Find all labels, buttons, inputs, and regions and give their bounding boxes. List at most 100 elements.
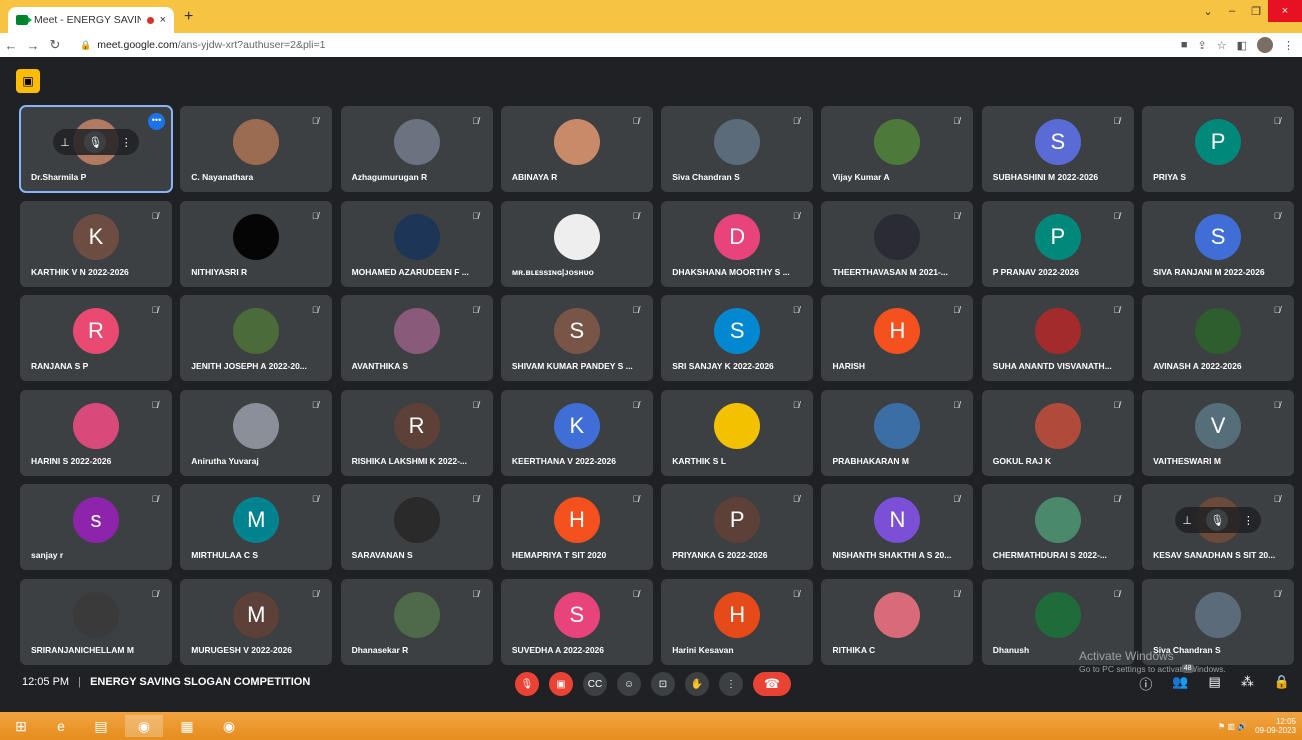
back-button[interactable]: ← [0,38,22,53]
participant-tile[interactable]: P 🎙̸ PRIYANKA G 2022-2026 [661,484,814,570]
lock-icon[interactable]: 🔒 [80,40,91,51]
participant-tile[interactable]: 🎙̸ RITHIKA C [821,578,974,665]
camera-indicator-icon[interactable]: ■ [1181,39,1188,51]
participant-tile[interactable]: S 🎙̸ SHIVAM KUMAR PANDEY S ... [500,295,653,381]
participant-tile[interactable]: S 🎙̸ SUBHASHINI M 2022-2026 [981,106,1134,192]
participant-tile[interactable]: s 🎙̸ sanjay r [20,484,172,570]
more-options-icon[interactable]: ⋮ [719,672,743,696]
participant-tile[interactable]: 🎙̸ CHERMATHDURAI S 2022-... [981,484,1134,570]
file-explorer-icon[interactable]: ▤ [82,715,120,737]
participant-tile[interactable]: 🎙̸ Azhagumurugan R [340,106,493,192]
kebab-menu-icon[interactable]: ⋮ [121,136,132,149]
mute-participant-icon[interactable]: 🎙 [84,131,107,154]
mic-muted-icon: 🎙̸ [1273,588,1281,599]
participant-tile[interactable]: 🎙̸ THEERTHAVASAN M 2021-... [821,200,974,287]
camera-off-icon[interactable]: ▣ [549,672,573,696]
url-field[interactable]: meet.google.com/ans-yjdw-xrt?authuser=2&… [97,39,325,51]
emoji-icon[interactable]: ☺ [617,672,641,696]
pin-icon[interactable]: ⊥ [1182,514,1192,527]
chevron-down-icon[interactable]: ⌄ [1196,5,1220,18]
participant-photo [393,591,440,638]
chrome-taskbar-icon-2[interactable]: ◉ [210,715,248,737]
participant-tile[interactable]: 🎙̸ Dhanasekar R [340,578,493,665]
host-controls-icon[interactable]: 🔒 [1274,674,1290,693]
maximize-button[interactable]: ❐ [1244,5,1268,18]
participant-tile[interactable]: 🎙̸ AVINASH A 2022-2026 [1142,295,1295,381]
participant-tile[interactable]: K 🎙̸ KEERTHANA V 2022-2026 [500,389,653,476]
tray-icons[interactable]: ⚑ ▥ 🔊 [1218,722,1247,731]
captions-icon[interactable]: CC [583,672,607,696]
participant-name: Azhagumurugan R [351,172,428,182]
share-icon[interactable]: ⇪ [1198,39,1207,52]
participant-tile[interactable]: D 🎙̸ DHAKSHANA MOORTHY S ... [661,200,814,287]
participant-name: RITHIKA C [832,644,876,655]
participant-tile[interactable]: P 🎙̸ PRIYA S [1142,106,1295,192]
mic-muted-icon: 🎙̸ [151,494,159,504]
participant-tile[interactable]: K 🎙̸ KARTHIK V N 2022-2026 [20,200,172,287]
participant-tile[interactable]: 🎙̸ NITHIYASRI R [180,200,333,287]
chrome-taskbar-icon[interactable]: ◉ [125,715,163,737]
new-tab-button[interactable]: + [184,8,193,26]
camera-off-badge-icon[interactable]: ▣ [16,69,40,93]
mute-participant-icon[interactable]: 🎙 [1206,509,1229,532]
present-icon[interactable]: ⊡ [651,672,675,696]
tab-close-button[interactable]: × [160,14,166,26]
participant-tile[interactable]: S 🎙̸ SRI SANJAY K 2022-2026 [661,295,814,381]
menu-kebab-icon[interactable]: ⋮ [1283,39,1294,52]
reload-button[interactable]: ↻ [44,37,66,53]
participant-tile[interactable]: 🎙̸ Vijay Kumar A [821,106,974,192]
bookmark-star-icon[interactable]: ☆ [1217,39,1227,52]
participant-tile[interactable]: 🎙̸ KARTHIK S L [661,389,814,476]
participant-tile[interactable]: 🎙̸ Siva Chandran S [661,106,814,192]
internet-explorer-icon[interactable]: e [42,715,80,737]
participant-tile[interactable]: ••• ⊥ 🎙 ⋮ Dr.Sharmila P [19,105,173,193]
participant-tile[interactable]: 🎙̸ AVANTHIKA S [340,295,493,381]
mic-off-icon[interactable]: 🎙 [515,672,539,696]
start-button-icon[interactable]: ⊞ [2,715,40,737]
participant-tile[interactable]: 🎙̸ C. Nayanathara [180,106,333,192]
participant-tile[interactable]: M 🎙̸ MURUGESH V 2022-2026 [180,578,333,665]
participant-tile[interactable]: H 🎙̸ HEMAPRIYA T SIT 2020 [500,484,653,570]
participant-tile[interactable]: 🎙̸ MOHAMED AZARUDEEN F ... [340,200,493,287]
chat-icon[interactable]: ▤ [1209,674,1221,693]
participant-tile[interactable]: 🎙̸ SARAVANAN S [340,484,493,570]
side-panel-icon[interactable]: ◧ [1237,39,1247,52]
participant-tile[interactable]: P 🎙̸ P PRANAV 2022-2026 [981,200,1134,287]
notepad-icon[interactable]: ▦ [168,715,206,737]
participant-tile[interactable]: 🎙̸ JENITH JOSEPH A 2022-20... [180,295,333,381]
participant-tile[interactable]: 🎙̸ HARINI S 2022-2026 [20,389,172,476]
participant-tile[interactable]: 🎙̸ PRABHAKARAN M [821,389,974,476]
participant-name: Dhanasekar R [351,644,409,655]
activities-icon[interactable]: ⁂ [1241,674,1254,693]
participant-tile[interactable]: S 🎙̸ SUVEDHA A 2022-2026 [500,578,653,665]
profile-avatar[interactable] [1257,37,1273,53]
participant-tile[interactable]: H 🎙̸ HARISH [821,295,974,381]
end-call-icon[interactable]: ☎ [753,672,791,696]
participant-tile[interactable]: H 🎙̸ Harini Kesavan [661,578,814,665]
participant-tile[interactable]: R 🎙̸ RISHIKA LAKSHMI K 2022-... [340,389,493,476]
participant-tile[interactable]: R 🎙̸ RANJANA S P [20,295,172,381]
participant-tile[interactable]: S 🎙̸ SIVA RANJANI M 2022-2026 [1142,200,1295,287]
participant-tile[interactable]: 🎙̸ ⊥ 🎙 ⋮ KESAV SANADHAN S SIT 20... [1142,484,1295,570]
participant-tile[interactable]: N 🎙̸ NISHANTH SHAKTHI A S 20... [821,484,974,570]
participant-tile[interactable]: 🎙̸ ᴍʀ.ʙʟᴇssɪɴɢ|ᴊᴏsʜᴜᴏ [500,200,653,287]
participant-tile[interactable]: 🎙̸ ABINAYA R [500,106,653,192]
raise-hand-icon[interactable]: ✋ [685,672,709,696]
tab-meet[interactable]: Meet - ENERGY SAVING SLO × [8,7,174,33]
participant-tile[interactable]: M 🎙̸ MIRTHULAA C S [180,484,333,570]
clock[interactable]: 12:05 09-09-2023 [1255,717,1296,735]
participant-tile[interactable]: 🎙̸ SRIRANJANICHELLAM M [20,578,172,665]
participant-tile[interactable]: 🎙̸ Anirutha Yuvaraj [180,389,333,476]
close-window-button[interactable]: × [1268,0,1302,22]
people-icon[interactable]: 👥 48 [1172,664,1195,693]
participant-tile[interactable]: 🎙̸ GOKUL RAJ K [981,389,1134,476]
tile-more-icon[interactable]: ••• [148,113,165,130]
participant-name: C. Nayanathara [191,172,254,182]
participant-tile[interactable]: 🎙̸ SUHA ANANTD VISVANATH... [981,295,1134,381]
participant-tile[interactable]: V 🎙̸ VAITHESWARI M [1142,389,1295,476]
kebab-menu-icon[interactable]: ⋮ [1243,514,1254,527]
info-icon[interactable]: ⓘ [1139,674,1152,693]
minimize-button[interactable]: – [1220,5,1244,17]
pin-icon[interactable]: ⊥ [60,136,70,149]
forward-button[interactable]: → [22,38,44,53]
